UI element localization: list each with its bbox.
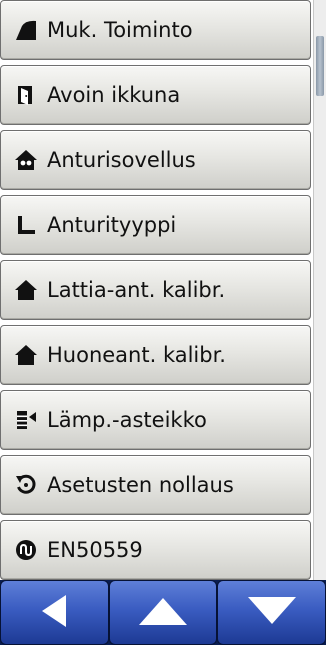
menu-item-sensor-type[interactable]: Anturityyppi <box>0 195 311 255</box>
open-window-icon <box>14 83 38 107</box>
up-arrow-icon <box>137 595 189 631</box>
menu-item-label: EN50559 <box>47 538 143 562</box>
menu-item-label: Avoin ikkuna <box>47 83 181 107</box>
en50559-icon <box>14 538 38 562</box>
reset-icon <box>14 473 38 497</box>
menu-item-reset-settings[interactable]: Asetusten nollaus <box>0 455 311 515</box>
scroll-down-button[interactable] <box>217 580 326 645</box>
menu-item-room-sensor-calibration[interactable]: Huoneant. kalibr. <box>0 325 311 385</box>
menu-item-temperature-scale[interactable]: Lämp.-asteikko <box>0 390 311 450</box>
temperature-scale-icon <box>14 408 38 432</box>
menu-item-floor-sensor-calibration[interactable]: Lattia-ant. kalibr. <box>0 260 311 320</box>
back-arrow-icon <box>34 593 74 633</box>
menu-item-label: Anturityyppi <box>47 213 177 237</box>
menu-item-label: Lämp.-asteikko <box>47 408 207 432</box>
adaptive-function-icon <box>14 18 38 42</box>
menu-item-label: Asetusten nollaus <box>47 473 234 497</box>
sensor-application-icon <box>14 148 38 172</box>
menu-item-label: Muk. Toiminto <box>47 18 193 42</box>
room-sensor-calibration-icon <box>14 343 38 367</box>
menu-item-sensor-application[interactable]: Anturisovellus <box>0 130 311 190</box>
sensor-type-icon <box>14 213 38 237</box>
back-button[interactable] <box>0 580 109 645</box>
menu-item-label: Huoneant. kalibr. <box>47 343 226 367</box>
floor-sensor-calibration-icon <box>14 278 38 302</box>
settings-menu-list: Muk. Toiminto Avoin ikkuna Anturisovellu… <box>0 0 313 580</box>
menu-item-en50559[interactable]: EN50559 <box>0 520 311 580</box>
scrollbar[interactable] <box>313 0 326 580</box>
menu-item-open-window[interactable]: Avoin ikkuna <box>0 65 311 125</box>
navigation-bar <box>0 580 326 645</box>
down-arrow-icon <box>246 595 298 631</box>
menu-item-adaptive-function[interactable]: Muk. Toiminto <box>0 0 311 60</box>
menu-item-label: Anturisovellus <box>47 148 196 172</box>
scroll-thumb[interactable] <box>316 36 324 96</box>
menu-item-label: Lattia-ant. kalibr. <box>47 278 226 302</box>
scroll-up-button[interactable] <box>108 580 218 645</box>
